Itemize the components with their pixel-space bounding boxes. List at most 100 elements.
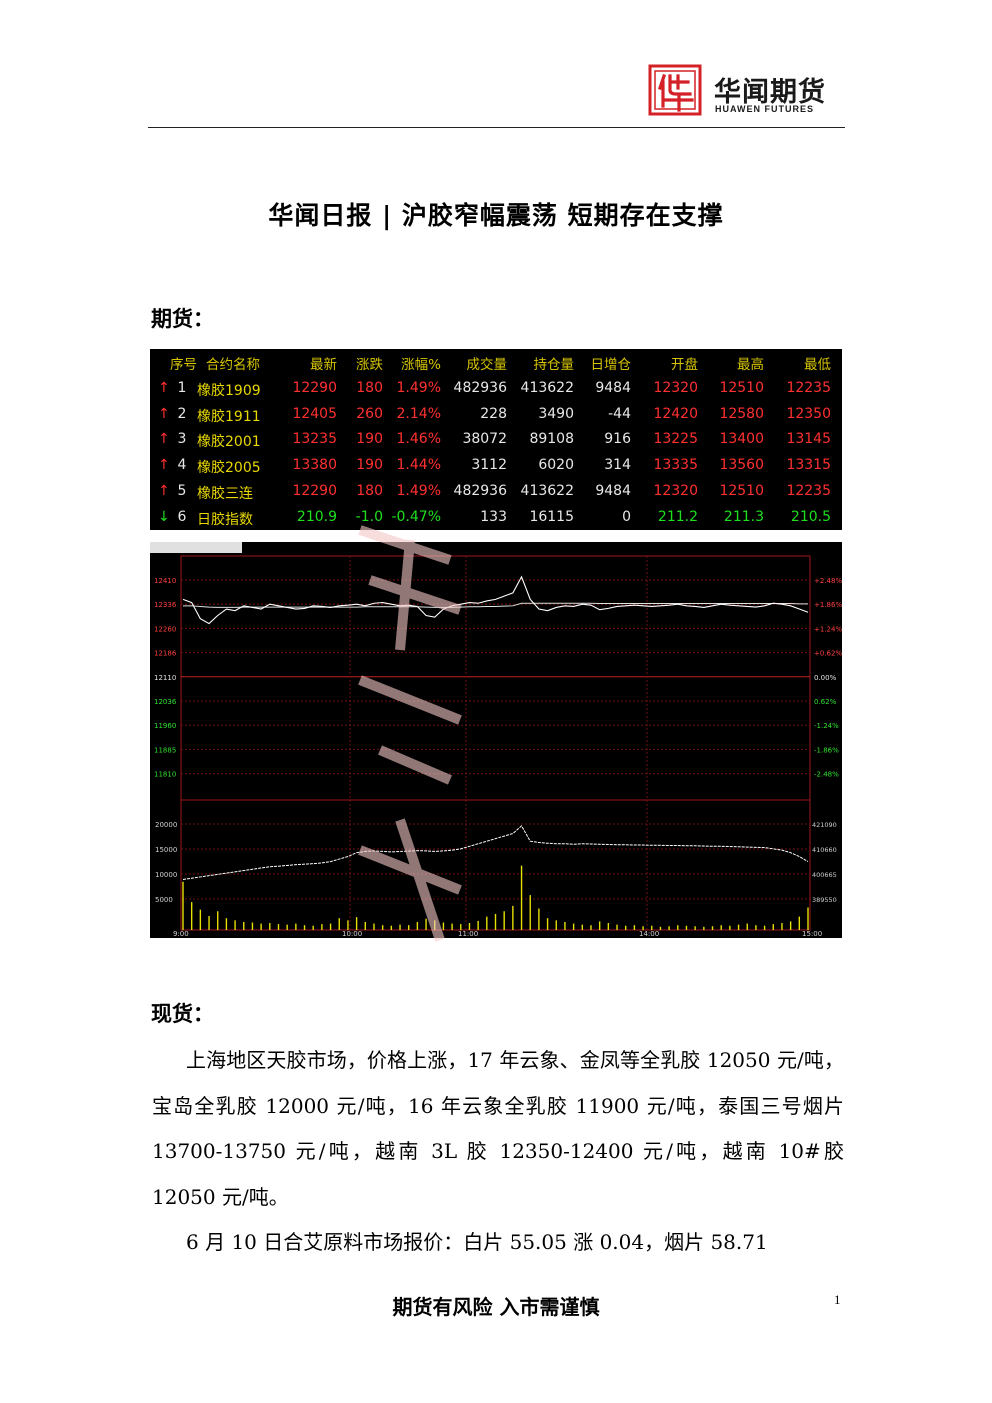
quote-cell-pct: 1.49%: [396, 380, 441, 396]
percent-tick-label: 0.00%: [814, 674, 837, 682]
quote-cell-chg: 190: [356, 431, 383, 448]
quote-cell-chg: 180: [356, 482, 383, 499]
page-number: 1: [834, 1292, 841, 1307]
price-tick-label: 12036: [154, 698, 177, 706]
risk-warning-footer: 期货有风险 入市需谨慎: [392, 1295, 600, 1319]
quote-cell-chg: 180: [356, 380, 383, 396]
quote-cell-low: 210.5: [790, 508, 831, 525]
quote-cell-high: 13560: [719, 457, 764, 474]
quote-cell-low: 12350: [786, 405, 831, 422]
quote-row[interactable]: ↑ 3 橡胶2001 13235 190 1.46% 38072 89108 916 13225 1…: [150, 427, 842, 452]
quote-cell-vol: 3112: [471, 457, 507, 474]
quote-row[interactable]: ↑ 5 橡胶三连 12290 180 1.49% 482936 413622 9484 12320…: [150, 479, 842, 504]
quote-column-header[interactable]: 序号: [170, 353, 197, 373]
quote-cell-high: 12510: [719, 380, 764, 396]
time-label: 15:00: [802, 930, 822, 938]
quote-row[interactable]: ↑ 4 橡胶2005 13380 190 1.44% 3112 6020 314 13335 135…: [150, 453, 842, 478]
quote-column-header[interactable]: 日增仓: [591, 353, 632, 373]
quote-cell-vol: 482936: [453, 380, 507, 396]
quote-column-header[interactable]: 涨跌: [356, 353, 383, 373]
quote-cell-no: 4: [177, 457, 187, 474]
quote-column-header[interactable]: 成交量: [467, 353, 508, 373]
quote-cell-oi: 6020: [538, 457, 574, 474]
up-arrow-icon: ↑: [158, 431, 170, 448]
quote-cell-vol: 133: [480, 508, 507, 525]
quote-cell-name: 橡胶2001: [197, 434, 261, 451]
price-tick-label: 12336: [154, 601, 177, 609]
price-tick-label: 12110: [154, 674, 176, 682]
quote-cell-chg: 260: [356, 405, 383, 422]
quote-cell-oi: 3490: [538, 405, 574, 422]
price-tick-label: 12186: [154, 650, 177, 658]
down-arrow-icon: ↓: [158, 508, 170, 525]
up-arrow-icon: ↑: [158, 405, 170, 422]
time-label: 9:00: [173, 930, 189, 938]
quote-cell-low: 12235: [786, 482, 831, 499]
chart-frame: [180, 555, 811, 931]
quote-cell-chg: 190: [356, 457, 383, 474]
quote-cell-no: 1: [177, 380, 187, 396]
quote-column-header[interactable]: 合约名称: [206, 353, 260, 373]
percent-tick-label: +1.86%: [814, 601, 842, 609]
quote-cell-no: 3: [177, 431, 187, 448]
quote-cell-high: 12510: [719, 482, 764, 499]
quote-column-header[interactable]: 开盘: [671, 353, 698, 373]
quote-cell-name: 日胶指数: [197, 511, 253, 528]
percent-tick-label: -1.24%: [814, 722, 839, 730]
quote-cell-no: 5: [177, 482, 187, 499]
percent-tick-label: +2.48%: [814, 577, 842, 585]
time-label: 10:00: [342, 930, 362, 938]
quote-cell-open: 13335: [653, 457, 698, 474]
quote-cell-last: 12405: [292, 405, 337, 422]
quote-cell-open: 12420: [653, 405, 698, 422]
percent-tick-label: -1.86%: [814, 746, 839, 754]
open-interest-tick-label: 410660: [812, 846, 837, 854]
quote-cell-last: 12290: [292, 482, 337, 499]
up-arrow-icon: ↑: [158, 482, 170, 499]
intraday-chart-svg: 12410 +2.48% 12336 +1.86% 12260 +1.24% 12186 +0…: [150, 542, 842, 938]
quote-cell-no: 6: [177, 508, 187, 525]
quote-cell-oi: 16115: [529, 508, 574, 525]
quote-column-header[interactable]: 最新: [310, 353, 337, 373]
quote-cell-vol: 38072: [462, 431, 507, 448]
quote-cell-oi-chg: 9484: [595, 380, 631, 396]
quote-cell-high: 12580: [719, 405, 764, 422]
quote-cell-low: 12235: [786, 380, 831, 396]
quote-cell-pct: 1.46%: [396, 431, 441, 448]
quote-cell-pct: 1.44%: [396, 457, 441, 474]
quote-cell-chg: -1.0: [355, 508, 383, 525]
quote-column-header[interactable]: 涨幅%: [401, 353, 441, 373]
quote-header-row: 序号 合约名称 最新 涨跌 涨幅% 成交量 持仓量 日增仓 开盘 最高 最低: [150, 349, 842, 374]
chart-title-strip: [150, 542, 242, 553]
quote-column-header[interactable]: 最高: [737, 353, 764, 373]
price-tick-label: 11810: [154, 771, 176, 779]
header-divider: [148, 127, 845, 128]
intraday-chart: 12410 +2.48% 12336 +1.86% 12260 +1.24% 12186 +0…: [150, 542, 842, 938]
up-arrow-icon: ↑: [158, 380, 170, 396]
quote-cell-last: 210.9: [296, 508, 337, 525]
time-label: 14:00: [639, 930, 659, 938]
price-tick-label: 12410: [154, 577, 176, 585]
quote-cell-pct: 1.49%: [396, 482, 441, 499]
price-tick-label: 12260: [154, 625, 176, 633]
section-heading-spot: 现货：: [151, 1001, 214, 1026]
logo-english-name: HUAWEN FUTURES: [715, 104, 814, 114]
quote-cell-open: 12320: [653, 482, 698, 499]
price-tick-label: 11960: [154, 722, 176, 730]
quote-cell-last: 13235: [292, 431, 337, 448]
quote-row[interactable]: ↑ 2 橡胶1911 12405 260 2.14% 228 3490 -44 12420 1258…: [150, 402, 842, 427]
company-logo: 华闻期货 HUAWEN FUTURES: [648, 62, 848, 118]
quote-column-header[interactable]: 持仓量: [534, 353, 575, 373]
volume-tick-label: 15000: [155, 846, 177, 854]
quote-row[interactable]: ↑ 1 橡胶1909 12290 180 1.49% 482936 413622 9484 123…: [150, 376, 842, 401]
open-interest-line: [182, 825, 809, 880]
quote-cell-open: 13225: [653, 431, 698, 448]
quote-cell-pct: 2.14%: [396, 405, 441, 422]
open-interest-tick-label: 400665: [812, 871, 837, 879]
quote-cell-name: 橡胶1909: [197, 383, 261, 399]
quote-cell-no: 2: [177, 405, 187, 422]
quote-cell-name: 橡胶三连: [197, 485, 253, 502]
quote-row[interactable]: ↓ 6 日胶指数 210.9 -1.0 -0.47% 133 16115 0 211.2 211.3…: [150, 505, 842, 530]
time-label: 11:00: [458, 930, 478, 938]
quote-column-header[interactable]: 最低: [804, 353, 831, 373]
